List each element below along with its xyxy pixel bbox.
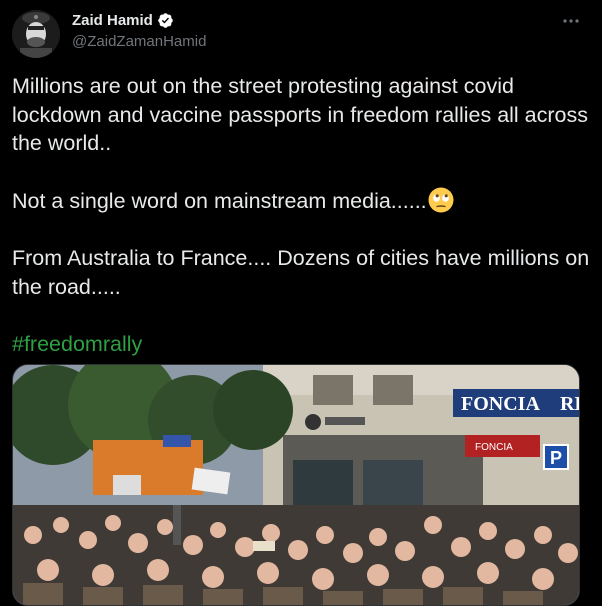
tweet-paragraph-3: From Australia to France.... Dozens of c… bbox=[12, 246, 590, 299]
media-video[interactable]: FONCIA RE FONCIA P bbox=[12, 364, 580, 606]
avatar[interactable] bbox=[12, 10, 60, 58]
handle[interactable]: @ZaidZamanHamid bbox=[72, 33, 206, 50]
tweet-text: Millions are out on the street protestin… bbox=[12, 72, 592, 358]
sign-foncia-lower: FONCIA bbox=[475, 442, 513, 453]
rolling-eyes-emoji-icon bbox=[427, 186, 455, 214]
sign-right: RE bbox=[560, 393, 579, 415]
display-name[interactable]: Zaid Hamid bbox=[72, 12, 153, 29]
tweet[interactable]: Zaid Hamid @ZaidZamanHamid Millions are … bbox=[0, 0, 602, 606]
verified-badge-icon bbox=[157, 12, 174, 29]
hashtag-link[interactable]: #freedomrally bbox=[12, 330, 592, 359]
tweet-paragraph-2-text: Not a single word on mainstream media...… bbox=[12, 189, 427, 213]
sign-foncia: FONCIA bbox=[461, 393, 540, 415]
more-icon[interactable] bbox=[560, 10, 582, 32]
tweet-paragraph-1: Millions are out on the street protestin… bbox=[12, 74, 588, 155]
parking-sign: P bbox=[550, 448, 562, 468]
tweet-paragraph-2: Not a single word on mainstream media...… bbox=[12, 186, 592, 216]
